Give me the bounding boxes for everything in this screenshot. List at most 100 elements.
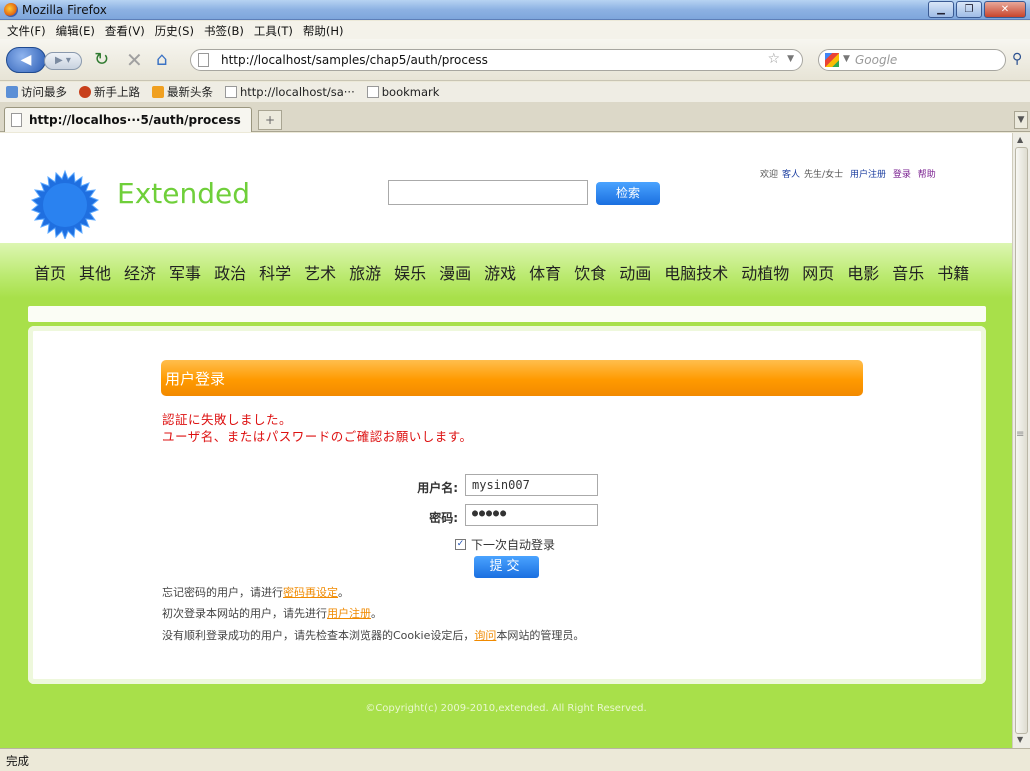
- nav-item-web[interactable]: 网页: [802, 260, 834, 284]
- menu-view[interactable]: 查看(V): [100, 21, 150, 39]
- nav-item-movies[interactable]: 电影: [847, 260, 879, 284]
- tab-active[interactable]: http://localhos···5/auth/process: [4, 107, 252, 132]
- nav-item-games[interactable]: 游戏: [484, 260, 516, 284]
- status-text: 完成: [6, 754, 29, 768]
- nav-item-comics[interactable]: 漫画: [439, 260, 471, 284]
- login-link[interactable]: 登录: [893, 170, 911, 180]
- password-field[interactable]: ●●●●●: [465, 504, 598, 526]
- window-titlebar: Mozilla Firefox ▁ ❐ ✕: [0, 0, 1030, 20]
- site-search-input[interactable]: [388, 180, 588, 205]
- url-bar[interactable]: http://localhost/samples/chap5/auth/proc…: [190, 49, 803, 71]
- bookmark-latest-headlines[interactable]: 最新头条: [152, 84, 213, 100]
- close-button[interactable]: ✕: [984, 1, 1026, 18]
- search-magnifier-icon[interactable]: ⚲: [1012, 51, 1022, 67]
- remember-me[interactable]: ✓ 下一次自动登录: [455, 536, 555, 553]
- page-viewport: Extended 检索 欢迎 客人 先生/女士 用户注册 登录 帮助 首页 其他 经…: [0, 133, 1012, 748]
- browser-search-box[interactable]: ▼ Google: [818, 49, 1006, 71]
- stop-icon[interactable]: ✕: [126, 50, 143, 70]
- nav-item-politics[interactable]: 政治: [214, 260, 246, 284]
- welcome-text: 欢迎: [760, 170, 779, 180]
- nav-item-books[interactable]: 书籍: [937, 260, 969, 284]
- username-label: 用户名:: [417, 481, 458, 495]
- nav-item-music[interactable]: 音乐: [892, 260, 924, 284]
- site-search-button[interactable]: 检索: [596, 182, 660, 205]
- search-placeholder[interactable]: Google: [855, 53, 897, 67]
- scroll-thumb[interactable]: [1015, 147, 1028, 734]
- login-title: 用户登录: [165, 370, 226, 388]
- logo-burst-icon: [31, 169, 99, 239]
- page-icon: [366, 86, 379, 98]
- error-message-2: ユーザ名、またはパスワードのご確認お願いします。: [162, 429, 473, 444]
- first-login-note: 初次登录本网站的用户，请先进行用户注册。: [162, 607, 382, 620]
- nav-item-art[interactable]: 艺术: [304, 260, 336, 284]
- nav-item-travel[interactable]: 旅游: [349, 260, 381, 284]
- nav-item-animation[interactable]: 动画: [619, 260, 651, 284]
- nav-item-home[interactable]: 首页: [34, 260, 66, 284]
- minimize-button[interactable]: ▁: [928, 1, 954, 18]
- reload-icon[interactable]: ↻: [94, 50, 109, 70]
- navigation-toolbar: ◀ ▶ ▾ ↻ ✕ ⌂ http://localhost/samples/cha…: [0, 39, 1030, 81]
- bookmark-star-icon[interactable]: ☆: [767, 51, 780, 67]
- search-engine-dropdown-icon[interactable]: ▼: [843, 54, 850, 64]
- page-scrollbar[interactable]: ▲ ≡ ▼: [1012, 133, 1030, 748]
- url-text[interactable]: http://localhost/samples/chap5/auth/proc…: [221, 53, 488, 67]
- honorific-text: 先生/女士: [804, 170, 844, 180]
- firefox-icon: [4, 3, 18, 17]
- home-icon[interactable]: ⌂: [156, 50, 167, 70]
- nav-item-computers[interactable]: 电脑技术: [664, 260, 728, 284]
- menu-bookmarks[interactable]: 书签(B): [199, 21, 249, 39]
- site-nav: 首页 其他 经济 军事 政治 科学 艺术 旅游 娱乐 漫画 游戏 体育 饮食 动…: [0, 243, 1012, 298]
- bookmark-bookmark[interactable]: bookmark: [366, 85, 439, 99]
- nav-item-military[interactable]: 军事: [169, 260, 201, 284]
- page-icon: [225, 86, 237, 98]
- nav-item-other[interactable]: 其他: [79, 260, 111, 284]
- page-icon: [11, 113, 22, 127]
- scroll-down-icon[interactable]: ▼: [1017, 735, 1023, 744]
- password-label: 密码:: [429, 511, 458, 525]
- bookmark-most-visited[interactable]: 访问最多: [6, 84, 67, 100]
- user-links: 欢迎 客人 先生/女士 用户注册 登录 帮助: [760, 167, 940, 180]
- remember-checkbox[interactable]: ✓: [455, 539, 466, 550]
- bookmark-localhost[interactable]: http://localhost/sa···: [225, 85, 355, 99]
- help-link[interactable]: 帮助: [918, 170, 936, 180]
- most-visited-icon: [6, 86, 18, 98]
- nav-item-nature[interactable]: 动植物: [741, 260, 789, 284]
- window-title: Mozilla Firefox: [22, 3, 107, 17]
- nav-item-food[interactable]: 饮食: [574, 260, 606, 284]
- url-dropdown-icon[interactable]: ▼: [787, 54, 794, 64]
- username-field[interactable]: mysin007: [465, 474, 598, 496]
- bookmark-getting-started[interactable]: 新手上路: [79, 84, 140, 100]
- register-link[interactable]: 用户注册: [850, 170, 886, 180]
- rss-icon: [152, 86, 164, 98]
- remember-label: 下一次自动登录: [471, 538, 556, 552]
- nav-item-science[interactable]: 科学: [259, 260, 291, 284]
- nav-item-sports[interactable]: 体育: [529, 260, 561, 284]
- tab-bar: http://localhos···5/auth/process + ▼: [0, 102, 1030, 132]
- contact-admin-link[interactable]: 询问: [474, 629, 496, 642]
- submit-button[interactable]: 提交: [474, 556, 539, 578]
- menu-edit[interactable]: 编辑(E): [51, 21, 100, 39]
- password-reset-link[interactable]: 密码再设定: [283, 586, 338, 599]
- forward-arrow-icon: ▶ ▾: [55, 55, 71, 66]
- tab-list-dropdown-icon[interactable]: ▼: [1014, 111, 1028, 129]
- nav-item-economy[interactable]: 经济: [124, 260, 156, 284]
- page-icon: [198, 53, 209, 67]
- site-logo-text[interactable]: Extended: [117, 177, 250, 210]
- user-register-link[interactable]: 用户注册: [327, 607, 371, 620]
- maximize-button[interactable]: ❐: [956, 1, 982, 18]
- window-controls: ▁ ❐ ✕: [928, 1, 1026, 18]
- scroll-up-icon[interactable]: ▲: [1017, 135, 1023, 144]
- menu-file[interactable]: 文件(F): [2, 21, 51, 39]
- firefox-icon: [79, 86, 91, 98]
- status-bar: 完成: [0, 748, 1030, 771]
- back-button[interactable]: ◀: [6, 47, 46, 73]
- forward-button[interactable]: ▶ ▾: [44, 52, 82, 70]
- google-icon[interactable]: [825, 53, 839, 67]
- menu-tools[interactable]: 工具(T): [249, 21, 298, 39]
- new-tab-button[interactable]: +: [258, 110, 282, 130]
- menu-bar: 文件(F) 编辑(E) 查看(V) 历史(S) 书签(B) 工具(T) 帮助(H…: [0, 21, 1030, 39]
- menu-history[interactable]: 历史(S): [150, 21, 199, 39]
- menu-help[interactable]: 帮助(H): [298, 21, 349, 39]
- nav-item-entertainment[interactable]: 娱乐: [394, 260, 426, 284]
- back-arrow-icon: ◀: [20, 52, 32, 68]
